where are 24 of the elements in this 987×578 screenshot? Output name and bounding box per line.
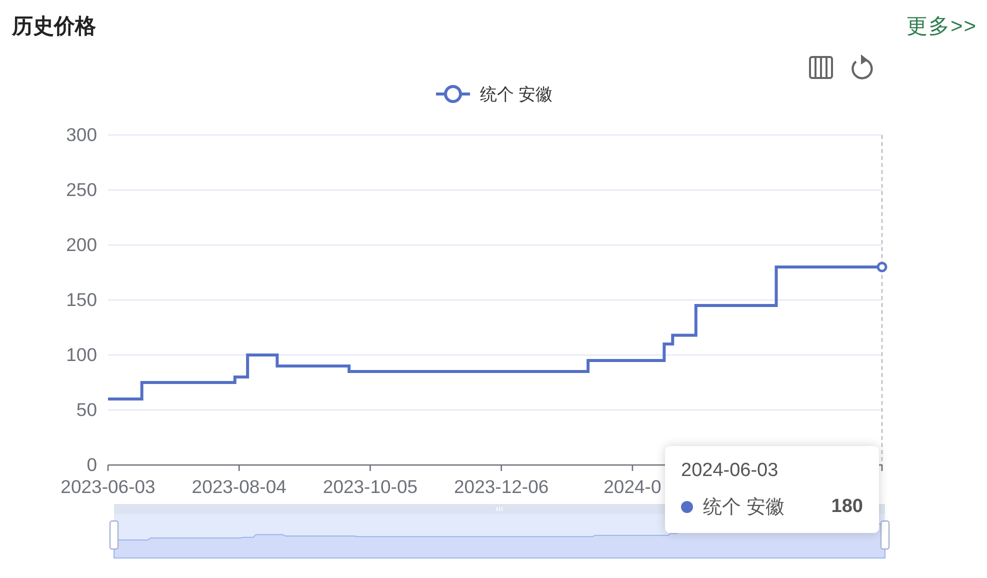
axis-label: 50	[76, 399, 97, 420]
axis-label: 2023-06-03	[60, 476, 156, 497]
series-name: 统个 安徽	[703, 496, 784, 520]
axis-label: 250	[66, 179, 97, 200]
axis-label: 2023-08-04	[192, 476, 286, 497]
axis-label: 150	[66, 289, 97, 310]
legend-item[interactable]: 统个 安徽	[436, 85, 553, 104]
series-value: 180	[831, 496, 863, 518]
axis-label: 200	[66, 234, 97, 255]
axis-label: 100	[66, 344, 97, 365]
axis-label: 0	[86, 454, 97, 475]
axis-label: 300	[66, 124, 97, 145]
data-view-icon[interactable]	[809, 56, 833, 79]
more-link[interactable]: 更多>>	[906, 12, 977, 40]
section-title: 历史价格	[12, 14, 96, 40]
axis-label: 2024-0	[604, 476, 662, 497]
series-dot	[681, 501, 693, 513]
axis-label: 2023-10-05	[322, 476, 418, 497]
legend-label: 统个 安徽	[480, 85, 553, 104]
tooltip-date: 2024-06-03	[681, 460, 780, 482]
data-point	[876, 262, 888, 272]
legend-icon	[436, 85, 470, 103]
axis-label: 2023-12-06	[454, 476, 549, 497]
refresh-icon[interactable]	[852, 54, 873, 80]
